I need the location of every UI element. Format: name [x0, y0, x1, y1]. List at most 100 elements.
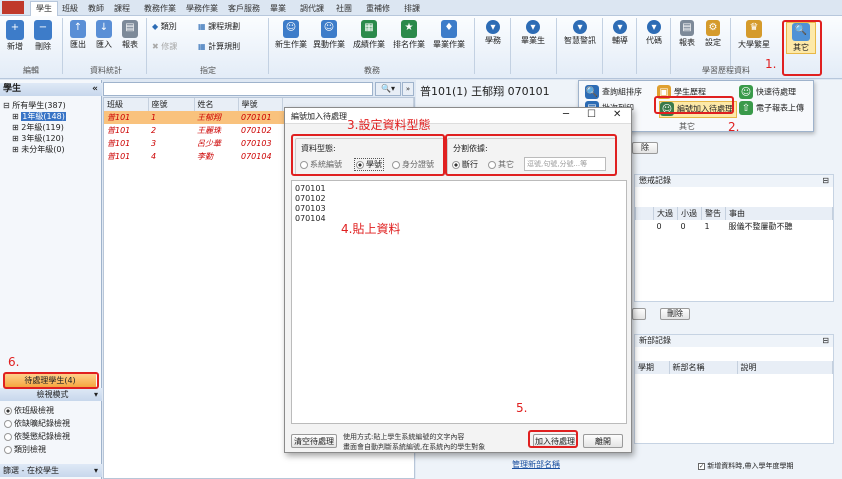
- category-button[interactable]: ◆ 類別: [152, 22, 177, 32]
- chevron-down-icon[interactable]: ▾: [94, 388, 98, 401]
- minimize-icon[interactable]: ─: [563, 109, 569, 120]
- tree-item-grade3[interactable]: ⊞ 3年級(120): [12, 133, 64, 144]
- cell-class: 普101: [107, 139, 131, 148]
- ribbon-separator: [510, 18, 511, 74]
- tree-item-grade1[interactable]: ⊞ 1年級(148): [12, 111, 66, 122]
- ribbon-toolbar: + 新增 − 刪除 編輯 ↑ 匯出 ↓ 匯入 ▤ 報表 資料統計 ◆ 類別 ✖ 修課 ▦ …: [0, 16, 842, 79]
- column-header-name[interactable]: 姓名: [194, 98, 239, 111]
- view-option-class[interactable]: 依班級檢視: [4, 405, 54, 416]
- maximize-icon[interactable]: ☐: [587, 109, 596, 120]
- rank-work-button[interactable]: ★ 排名作業: [392, 20, 426, 50]
- tree-expand-icon[interactable]: ⊞: [12, 123, 21, 132]
- tree-collapse-icon[interactable]: ⊟: [3, 101, 12, 110]
- graduation-student-button[interactable]: ▾ 畢業生: [516, 20, 550, 46]
- search-input[interactable]: [103, 82, 373, 96]
- tab-graduation[interactable]: 畢業: [270, 2, 286, 16]
- group-learning-label: 學習歷程資料: [702, 66, 750, 75]
- tree-expand-icon[interactable]: ⊞: [12, 112, 21, 121]
- export-icon: ↑: [70, 20, 86, 38]
- delete-student-button[interactable]: − 刪除: [32, 20, 54, 52]
- table-row[interactable]: 0 0 1 服儀不整屢勸不聽: [636, 220, 833, 233]
- annotation-step3: 3.設定資料型態: [347, 118, 431, 132]
- collapse-icon[interactable]: «: [92, 83, 98, 96]
- menu-item-query-sort[interactable]: 🔍 查詢組排序: [585, 85, 642, 100]
- tab-club[interactable]: 社團: [336, 2, 352, 16]
- cell-class: 普101: [107, 113, 131, 122]
- tree-expand-icon[interactable]: ⊞: [12, 145, 21, 154]
- smart-alert-button[interactable]: ▾ 智慧警訊: [562, 20, 598, 46]
- tab-teacher[interactable]: 教師: [88, 2, 104, 16]
- clear-pending-button[interactable]: 清空待處理: [291, 434, 337, 448]
- graduation-work-button[interactable]: ♦ 畢業作業: [432, 20, 466, 50]
- tree-expand-icon[interactable]: ⊞: [12, 134, 21, 143]
- close-icon[interactable]: ✕: [613, 109, 621, 120]
- view-option-category[interactable]: 類別檢視: [4, 444, 46, 455]
- column-header-class[interactable]: 班級: [104, 98, 149, 111]
- manage-dept-link[interactable]: 管理新部名稱: [512, 459, 560, 470]
- course-plan-button[interactable]: ▦ 課程規劃: [198, 22, 240, 32]
- counsel-button[interactable]: ▾ 輔導: [608, 20, 632, 46]
- import-button[interactable]: ↓ 匯入: [94, 20, 114, 50]
- tab-remedial[interactable]: 重補修: [366, 2, 390, 16]
- column-header-semester[interactable]: 學期: [635, 361, 670, 374]
- remove-button[interactable]: 除: [632, 142, 658, 154]
- new-data-checkbox[interactable]: ✓ 新增資料時,帶入學年度學期: [698, 461, 793, 471]
- paste-textarea[interactable]: 070101 070102 070103 070104: [291, 180, 627, 424]
- export-button[interactable]: ↑ 匯出: [68, 20, 88, 50]
- dialog-titlebar: 編號加入待處理 ─ ☐ ✕: [285, 108, 631, 124]
- search-icon[interactable]: 🔍▾: [375, 82, 401, 96]
- column-header-major[interactable]: 大過: [653, 207, 678, 220]
- score-work-button[interactable]: ▦ 成績作業: [352, 20, 386, 50]
- tree-item-grade2[interactable]: ⊞ 2年級(119): [12, 122, 64, 133]
- close-button[interactable]: 離開: [583, 434, 623, 448]
- collapse-icon[interactable]: ⊟: [822, 335, 829, 347]
- column-header-seat[interactable]: 座號: [148, 98, 195, 111]
- add-button[interactable]: [632, 308, 646, 320]
- delete-button[interactable]: 刪除: [660, 308, 690, 320]
- course-remove-button[interactable]: ✖ 修課: [152, 42, 177, 52]
- view-option-absence[interactable]: 依缺曠紀錄檢視: [4, 418, 70, 429]
- transfer-work-button[interactable]: ☺ 異動作業: [312, 20, 346, 50]
- add-student-button[interactable]: + 新增: [4, 20, 26, 52]
- tree-item-ungraded[interactable]: ⊞ 未分年級(0): [12, 144, 65, 155]
- tab-class[interactable]: 班級: [62, 2, 78, 16]
- checkbox-checked-icon[interactable]: ✓: [698, 462, 705, 470]
- dept-section: 新部記錄 ⊟ 學期 新部名稱 說明: [634, 334, 834, 444]
- student-affairs-button[interactable]: ▾ 學務: [480, 20, 506, 46]
- university-button[interactable]: ♛ 大學繁星: [736, 20, 772, 50]
- column-header-student-id[interactable]: 學號: [238, 98, 283, 111]
- column-header-description[interactable]: 說明: [737, 361, 833, 374]
- view-option-discipline[interactable]: 依獎懲紀錄檢視: [4, 431, 70, 442]
- ribbon-tab-bar: 學生 班級 教師 課程 教務作業 學務作業 客戶服務 畢業 調代課 社團 重補修…: [0, 0, 842, 16]
- menu-item-quick-pending[interactable]: ☺ 快速待處理: [739, 85, 796, 100]
- tab-student[interactable]: 學生: [30, 1, 58, 16]
- code-button[interactable]: ▾ 代碼: [642, 20, 666, 46]
- tab-course[interactable]: 課程: [114, 2, 130, 16]
- report-button[interactable]: ▤ 報表: [120, 20, 140, 50]
- expand-icon[interactable]: »: [402, 82, 414, 96]
- settings-button[interactable]: ⚙ 設定: [702, 20, 724, 48]
- filter-footer[interactable]: 篩選 - 在校學生 ▾: [0, 464, 102, 477]
- column-header-dept-name[interactable]: 新部名稱: [669, 361, 738, 374]
- cell-reason: 服儀不整屢勸不聽: [728, 222, 793, 231]
- ribbon-separator: [268, 18, 269, 74]
- tab-substitute[interactable]: 調代課: [300, 2, 324, 16]
- tab-academic[interactable]: 教務作業: [144, 2, 176, 16]
- column-header-reason[interactable]: 事由: [725, 207, 833, 220]
- menu-item-report-upload[interactable]: ⇧ 電子報表上傳: [739, 101, 804, 116]
- column-header-warning[interactable]: 警告: [701, 207, 726, 220]
- cell-seat: 2: [151, 126, 157, 135]
- tab-student-affairs[interactable]: 學務作業: [186, 2, 218, 16]
- column-header-minor[interactable]: 小過: [677, 207, 702, 220]
- collapse-icon[interactable]: ⊟: [822, 175, 829, 187]
- group-academic-label: 教務: [364, 66, 380, 75]
- calc-rule-button[interactable]: ▦ 計算規則: [198, 42, 240, 52]
- tab-scheduling[interactable]: 排課: [404, 2, 420, 16]
- tab-customer-service[interactable]: 客戶服務: [228, 2, 260, 16]
- app-menu-button[interactable]: [2, 1, 24, 14]
- new-student-work-button[interactable]: ☺ 新生作業: [274, 20, 308, 50]
- pasted-line: 070101: [295, 184, 326, 193]
- report2-button[interactable]: ▤ 報表: [676, 20, 698, 48]
- tree-item-all-students[interactable]: ⊟ 所有學生(387): [3, 100, 66, 111]
